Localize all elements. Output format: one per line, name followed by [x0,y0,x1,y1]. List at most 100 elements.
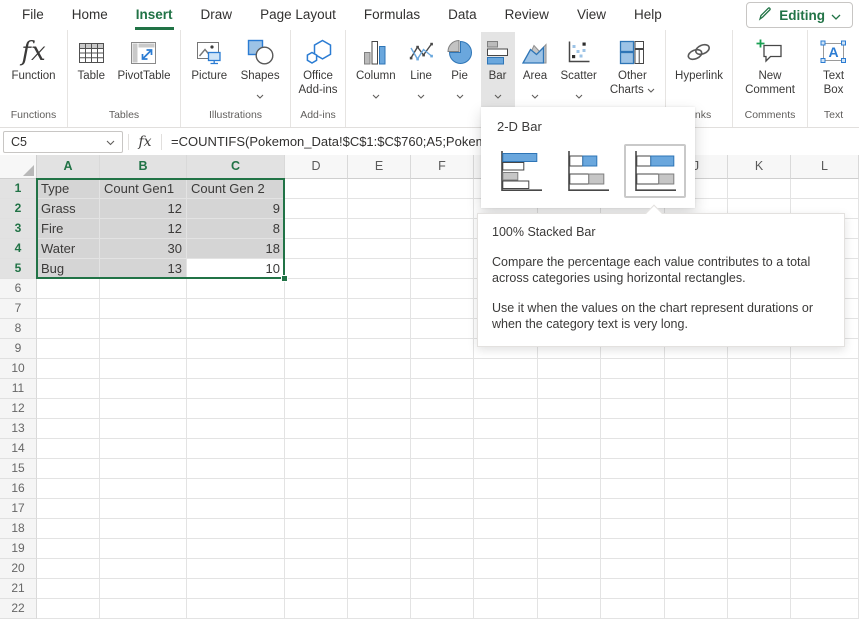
grid-cell-A19[interactable] [37,539,100,559]
grid-cell-L19[interactable] [791,539,859,559]
grid-cell-B12[interactable] [100,399,187,419]
menu-tab-file[interactable]: File [8,0,58,30]
grid-cell-L16[interactable] [791,479,859,499]
grid-cell-C20[interactable] [187,559,285,579]
grid-cell-F14[interactable] [411,439,474,459]
grid-cell-I10[interactable] [601,359,665,379]
ribbon-button-other-charts[interactable]: OtherCharts [605,32,660,100]
ribbon-button-picture[interactable]: Picture [186,32,232,86]
grid-cell-E2[interactable] [348,199,411,219]
grid-cell-B3[interactable]: 12 [100,219,187,239]
grid-cell-C4[interactable]: 18 [187,239,285,259]
fill-handle[interactable] [281,275,288,282]
grid-cell-K21[interactable] [728,579,791,599]
row-header-12[interactable]: 12 [0,399,37,419]
grid-cell-A1[interactable]: Type [37,179,100,199]
ribbon-button-table[interactable]: Table [72,32,110,86]
grid-cell-A13[interactable] [37,419,100,439]
formula-input[interactable]: =COUNTIFS(Pokemon_Data!$C$1:$C$760;A5;Po… [162,134,494,149]
grid-cell-C12[interactable] [187,399,285,419]
grid-cell-G22[interactable] [474,599,538,619]
grid-cell-B2[interactable]: 12 [100,199,187,219]
grid-cell-I18[interactable] [601,519,665,539]
grid-cell-E16[interactable] [348,479,411,499]
grid-cell-C14[interactable] [187,439,285,459]
row-header-4[interactable]: 4 [0,239,37,259]
grid-cell-K14[interactable] [728,439,791,459]
grid-cell-F2[interactable] [411,199,474,219]
grid-cell-L13[interactable] [791,419,859,439]
grid-cell-C3[interactable]: 8 [187,219,285,239]
grid-cell-B11[interactable] [100,379,187,399]
grid-cell-D3[interactable] [285,219,348,239]
grid-cell-H10[interactable] [538,359,601,379]
menu-tab-view[interactable]: View [563,0,620,30]
grid-cell-J12[interactable] [665,399,728,419]
grid-cell-B19[interactable] [100,539,187,559]
grid-cell-B14[interactable] [100,439,187,459]
row-header-15[interactable]: 15 [0,459,37,479]
editing-mode-button[interactable]: Editing [746,2,853,28]
column-header-e[interactable]: E [348,155,411,179]
grid-cell-D11[interactable] [285,379,348,399]
ribbon-button-area[interactable]: Area [517,32,552,105]
grid-cell-G14[interactable] [474,439,538,459]
grid-cell-I19[interactable] [601,539,665,559]
name-box[interactable]: C5 [3,131,123,153]
grid-cell-K19[interactable] [728,539,791,559]
grid-cell-B16[interactable] [100,479,187,499]
grid-cell-I13[interactable] [601,419,665,439]
ribbon-button-office-add-ins[interactable]: OfficeAdd-ins [294,32,343,100]
grid-cell-E21[interactable] [348,579,411,599]
grid-cell-F9[interactable] [411,339,474,359]
grid-cell-B4[interactable]: 30 [100,239,187,259]
menu-tab-data[interactable]: Data [434,0,491,30]
grid-cell-C13[interactable] [187,419,285,439]
grid-cell-C2[interactable]: 9 [187,199,285,219]
grid-cell-J20[interactable] [665,559,728,579]
ribbon-button-new-comment[interactable]: NewComment [740,32,800,100]
grid-cell-D18[interactable] [285,519,348,539]
grid-cell-K10[interactable] [728,359,791,379]
row-header-1[interactable]: 1 [0,179,37,199]
chevron-down-icon[interactable] [417,87,425,103]
grid-cell-F13[interactable] [411,419,474,439]
grid-cell-K1[interactable] [728,179,791,199]
grid-cell-H17[interactable] [538,499,601,519]
grid-cell-F6[interactable] [411,279,474,299]
grid-cell-D16[interactable] [285,479,348,499]
grid-cell-F22[interactable] [411,599,474,619]
grid-cell-C6[interactable] [187,279,285,299]
grid-cell-B17[interactable] [100,499,187,519]
grid-cell-B15[interactable] [100,459,187,479]
ribbon-button-text-box[interactable]: ATextBox [815,32,852,100]
grid-cell-C1[interactable]: Count Gen 2 [187,179,285,199]
chart-option-stacked-bar-icon[interactable] [557,144,619,198]
grid-cell-K18[interactable] [728,519,791,539]
grid-cell-K17[interactable] [728,499,791,519]
row-header-7[interactable]: 7 [0,299,37,319]
grid-cell-A5[interactable]: Bug [37,259,100,279]
grid-cell-G21[interactable] [474,579,538,599]
grid-cell-I17[interactable] [601,499,665,519]
grid-cell-K15[interactable] [728,459,791,479]
row-header-19[interactable]: 19 [0,539,37,559]
grid-cell-A14[interactable] [37,439,100,459]
grid-cell-J22[interactable] [665,599,728,619]
grid-cell-C5[interactable]: 10 [187,259,285,279]
grid-cell-C9[interactable] [187,339,285,359]
grid-cell-E9[interactable] [348,339,411,359]
chevron-down-icon[interactable] [494,87,502,103]
row-header-17[interactable]: 17 [0,499,37,519]
grid-cell-D6[interactable] [285,279,348,299]
grid-cell-F4[interactable] [411,239,474,259]
row-header-10[interactable]: 10 [0,359,37,379]
grid-cell-L11[interactable] [791,379,859,399]
grid-cell-I12[interactable] [601,399,665,419]
grid-cell-C18[interactable] [187,519,285,539]
grid-cell-C7[interactable] [187,299,285,319]
grid-cell-D5[interactable] [285,259,348,279]
menu-tab-page-layout[interactable]: Page Layout [246,0,350,30]
grid-cell-F21[interactable] [411,579,474,599]
grid-cell-J19[interactable] [665,539,728,559]
